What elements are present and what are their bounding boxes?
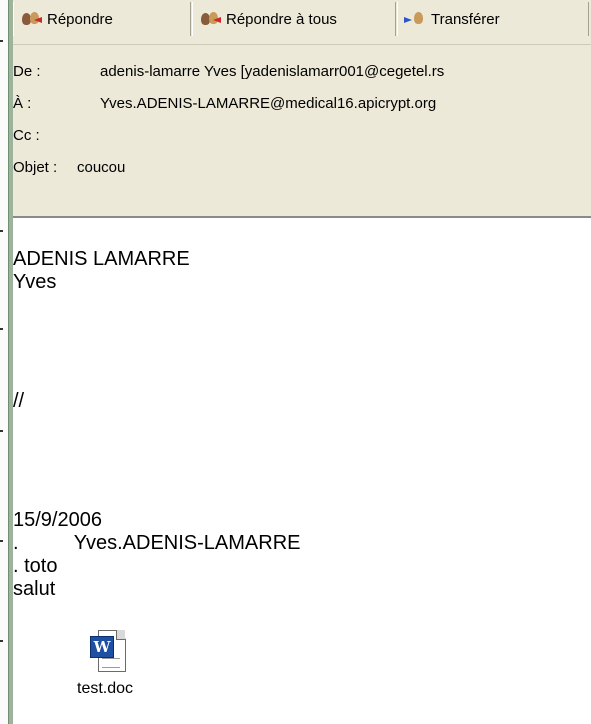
cc-row: Cc : bbox=[13, 124, 591, 148]
message-toolbar: Répondre Répondre à tous Transférer bbox=[13, 0, 591, 45]
from-row: De : adenis-lamarre Yves [yadenislamarr0… bbox=[13, 60, 591, 84]
attachment-filename: test.doc bbox=[77, 680, 134, 697]
forward-button[interactable]: Transférer bbox=[397, 2, 589, 36]
body-line: salut bbox=[13, 578, 56, 600]
reply-all-button[interactable]: Répondre à tous bbox=[192, 2, 396, 36]
forward-icon bbox=[404, 10, 428, 28]
edge-mark bbox=[0, 328, 3, 330]
to-label: À : bbox=[13, 95, 32, 112]
body-line: 15/9/2006 bbox=[13, 509, 102, 531]
to-value[interactable]: Yves.ADENIS-LAMARRE@medical16.apicrypt.o… bbox=[100, 92, 436, 116]
from-label: De : bbox=[13, 63, 41, 80]
forward-label: Transférer bbox=[431, 10, 500, 28]
body-line: . toto bbox=[13, 555, 58, 577]
subject-label: Objet : bbox=[13, 159, 58, 176]
edge-mark bbox=[0, 640, 3, 642]
body-line: ADENIS LAMARRE bbox=[13, 248, 190, 270]
reply-all-label: Répondre à tous bbox=[226, 10, 337, 28]
body-line: // bbox=[13, 390, 25, 412]
reply-icon bbox=[20, 10, 44, 28]
attachment[interactable]: W test.doc bbox=[55, 628, 175, 724]
edge-mark bbox=[0, 230, 3, 232]
subject-row: Objet : coucou bbox=[13, 156, 591, 180]
edge-mark bbox=[0, 430, 3, 432]
body-line: . Yves.ADENIS-LAMARRE bbox=[13, 532, 301, 554]
window-left-edge bbox=[0, 0, 13, 724]
reply-button[interactable]: Répondre bbox=[13, 2, 191, 36]
message-header: De : adenis-lamarre Yves [yadenislamarr0… bbox=[13, 45, 591, 218]
cc-label: Cc : bbox=[13, 127, 40, 144]
edge-mark bbox=[0, 540, 3, 542]
word-document-icon: W bbox=[90, 628, 126, 674]
subject-value: coucou bbox=[77, 159, 126, 176]
body-line: Yves bbox=[13, 271, 57, 293]
edge-mark bbox=[0, 40, 3, 42]
reply-all-icon bbox=[199, 10, 223, 28]
reply-label: Répondre bbox=[47, 10, 113, 28]
from-value[interactable]: adenis-lamarre Yves [yadenislamarr001@ce… bbox=[100, 60, 444, 84]
to-row: À : Yves.ADENIS-LAMARRE@medical16.apicry… bbox=[13, 92, 591, 116]
